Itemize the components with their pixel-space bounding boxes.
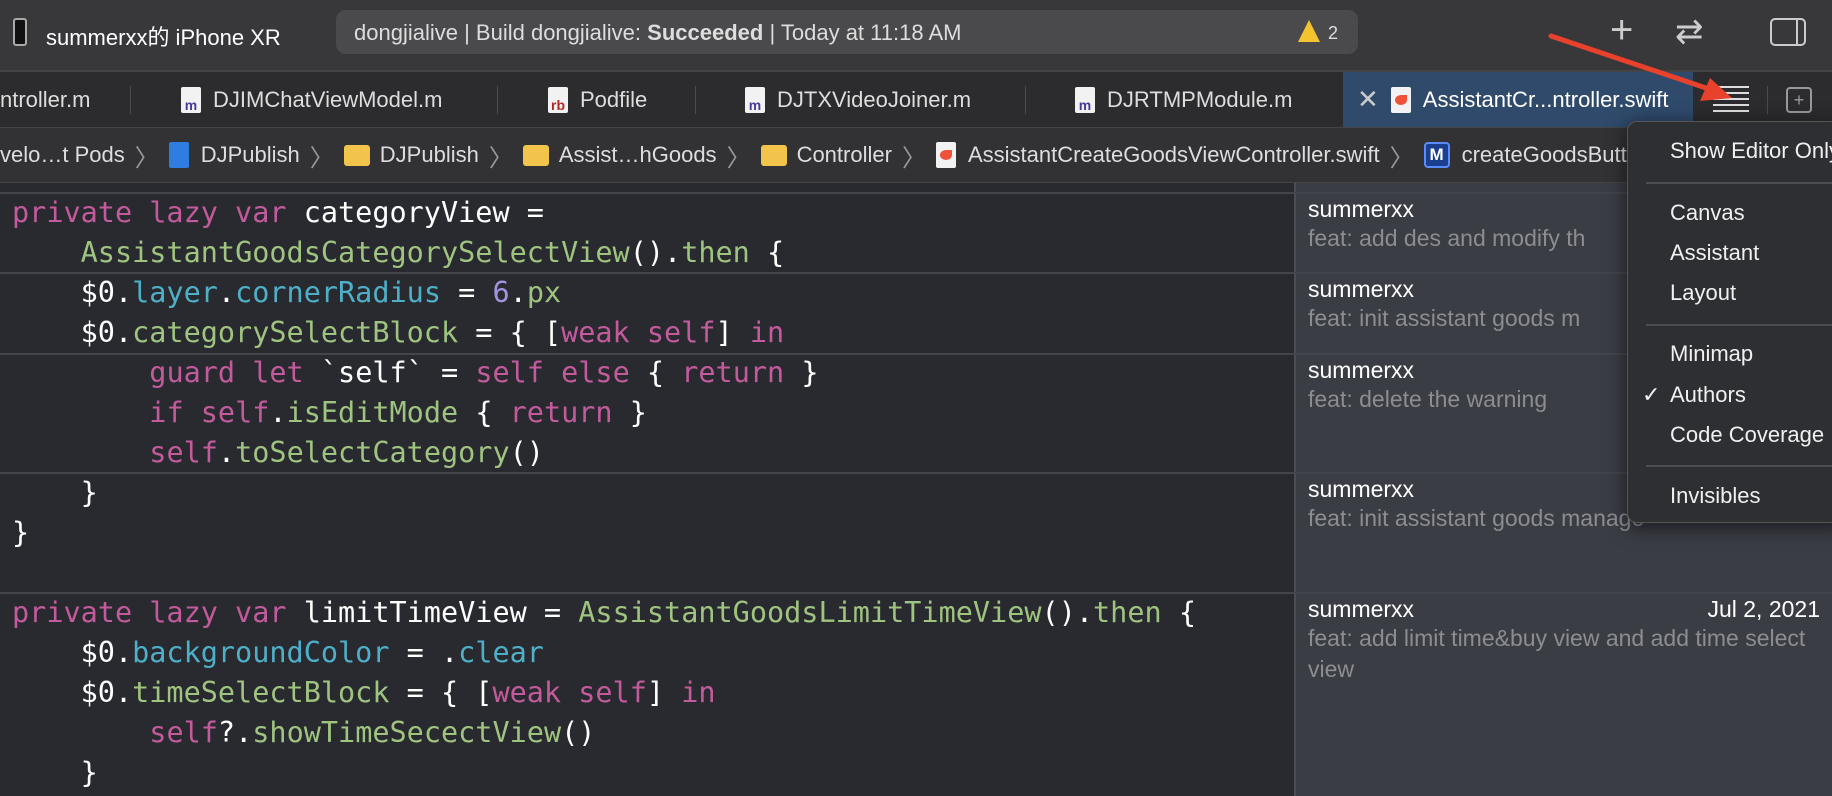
menu-item-code-coverage[interactable]: Code Coverage <box>1670 422 1824 448</box>
menu-item-show-editor-only[interactable]: Show Editor Only <box>1670 138 1832 164</box>
menu-item-invisibles[interactable]: Invisibles <box>1670 483 1760 509</box>
menu-separator <box>1646 324 1832 326</box>
annotation-arrow <box>1548 33 1732 101</box>
menu-item-minimap[interactable]: Minimap <box>1670 341 1753 367</box>
menu-item-authors[interactable]: Authors <box>1670 382 1746 408</box>
menu-item-layout[interactable]: Layout <box>1670 280 1736 306</box>
checkmark-icon: ✓ <box>1642 382 1661 407</box>
menu-item-canvas[interactable]: Canvas <box>1670 200 1745 226</box>
menu-separator <box>1646 182 1832 184</box>
editor-options-menu: Show Editor Only Canvas Assistant Layout Min… <box>1627 121 1832 523</box>
menu-separator <box>1646 465 1832 467</box>
menu-item-assistant[interactable]: Assistant <box>1670 240 1759 266</box>
arrow-shaft <box>1548 33 1715 93</box>
